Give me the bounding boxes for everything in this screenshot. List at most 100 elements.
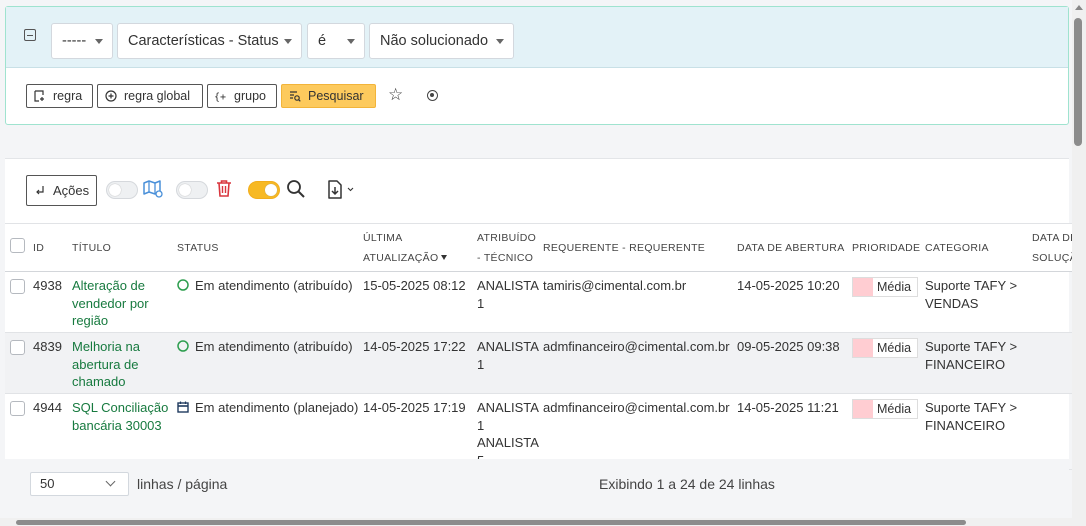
priority-badge: Média bbox=[852, 338, 918, 358]
vertical-scrollbar[interactable] bbox=[1072, 0, 1086, 526]
field-none-select[interactable]: ----- bbox=[51, 23, 113, 59]
header-priority[interactable]: PRIORIDADE bbox=[848, 223, 921, 272]
field-none-value: ----- bbox=[62, 33, 87, 49]
header-title[interactable]: TÍTULO bbox=[68, 223, 173, 272]
pagination-footer: 50 linhas / página Exibindo 1 a 24 de 24… bbox=[5, 459, 1069, 521]
svg-text:{+}: {+} bbox=[215, 92, 227, 102]
horizontal-scrollbar[interactable] bbox=[0, 518, 1072, 526]
map-icon[interactable] bbox=[142, 179, 164, 199]
status-text: Em atendimento (atribuído) bbox=[195, 339, 353, 354]
cell-status: Em atendimento (atribuído) bbox=[173, 332, 359, 394]
value-value: Não solucionado bbox=[380, 33, 489, 49]
priority-text: Média bbox=[877, 402, 912, 416]
header-assigned[interactable]: ATRIBUÍDO - TÉCNICO bbox=[473, 223, 539, 272]
cell-id: 4938 bbox=[29, 271, 68, 333]
field-select[interactable]: Características - Status bbox=[117, 23, 302, 59]
table-row[interactable]: 4839 Melhoria na abertura de chamado Em … bbox=[5, 332, 1086, 394]
file-export-icon[interactable] bbox=[327, 180, 357, 199]
add-group-label: grupo bbox=[234, 89, 266, 103]
add-rule-label: regra bbox=[53, 89, 83, 103]
priority-text: Média bbox=[877, 280, 912, 294]
results-card: Ações ID TÍTULO STATUS ÚLTIMA ATUALIZAÇÃ… bbox=[5, 158, 1086, 526]
magnifier-icon[interactable] bbox=[286, 179, 306, 199]
row-checkbox[interactable] bbox=[10, 340, 25, 355]
search-toggle[interactable] bbox=[248, 181, 280, 199]
cell-assigned: ANALISTA 1 bbox=[473, 332, 539, 394]
search-label: Pesquisar bbox=[308, 89, 364, 103]
map-toggle[interactable] bbox=[106, 181, 138, 199]
delete-toggle[interactable] bbox=[176, 181, 208, 199]
cell-category: Suporte TAFY > VENDAS bbox=[921, 271, 1028, 333]
pagination-info: Exibindo 1 a 24 de 24 linhas bbox=[599, 476, 775, 492]
results-toolbar: Ações bbox=[5, 159, 1069, 223]
header-assigned-line2: - TÉCNICO bbox=[477, 251, 534, 264]
row-checkbox[interactable] bbox=[10, 279, 25, 294]
ticket-title-link[interactable]: SQL Conciliação bancária 30003 bbox=[72, 400, 168, 433]
chevron-down-icon bbox=[347, 39, 355, 44]
cell-last-update: 14-05-2025 17:22 bbox=[359, 332, 473, 394]
cell-category: Suporte TAFY > FINANCEIRO bbox=[921, 332, 1028, 394]
cell-assigned: ANALISTA 1 bbox=[473, 271, 539, 333]
header-last-update-line2: ATUALIZAÇÃO bbox=[363, 251, 439, 264]
rows-per-page-value: 50 bbox=[40, 476, 55, 491]
header-category[interactable]: CATEGORIA bbox=[921, 223, 1028, 272]
chevron-down-icon bbox=[496, 39, 504, 44]
add-global-rule-button[interactable]: regra global bbox=[97, 84, 203, 108]
add-rule-button[interactable]: regra bbox=[26, 84, 93, 108]
search-list-icon bbox=[290, 91, 301, 102]
row-checkbox[interactable] bbox=[10, 401, 25, 416]
status-assigned-icon bbox=[177, 279, 189, 291]
status-text: Em atendimento (atribuído) bbox=[195, 278, 353, 293]
table-row[interactable]: 4938 Alteração de vendedor por região Em… bbox=[5, 271, 1086, 333]
minus-square-icon[interactable] bbox=[24, 29, 36, 41]
header-opening-date[interactable]: DATA DE ABERTURA bbox=[733, 223, 848, 272]
priority-text: Média bbox=[877, 341, 912, 355]
priority-badge: Média bbox=[852, 277, 918, 297]
plus-circle-icon bbox=[105, 90, 117, 102]
cell-opening-date: 09-05-2025 09:38 bbox=[733, 332, 848, 394]
filter-panel: ----- Características - Status é Não sol… bbox=[5, 6, 1069, 125]
cell-opening-date: 14-05-2025 10:20 bbox=[733, 271, 848, 333]
header-status[interactable]: STATUS bbox=[173, 223, 359, 272]
cell-requester: tamiris@cimental.com.br bbox=[539, 271, 733, 333]
horizontal-scroll-thumb[interactable] bbox=[16, 520, 966, 525]
field-value: Características - Status bbox=[128, 33, 279, 49]
header-requester[interactable]: REQUERENTE - REQUERENTE bbox=[539, 223, 733, 272]
star-icon[interactable]: ☆ bbox=[388, 86, 403, 104]
assigned-tech: ANALISTA 1 bbox=[477, 400, 539, 433]
scroll-up-arrow-icon[interactable] bbox=[1075, 5, 1083, 10]
chevron-down-icon bbox=[284, 39, 292, 44]
trash-icon[interactable] bbox=[216, 179, 232, 198]
header-assigned-line1: ATRIBUÍDO bbox=[477, 231, 537, 244]
cell-status: Em atendimento (atribuído) bbox=[173, 271, 359, 333]
vertical-scroll-thumb[interactable] bbox=[1074, 18, 1082, 146]
rows-per-page-select[interactable]: 50 bbox=[30, 472, 129, 496]
clear-circle-icon[interactable] bbox=[427, 90, 438, 101]
operator-select[interactable]: é bbox=[307, 23, 365, 59]
value-select[interactable]: Não solucionado bbox=[369, 23, 514, 59]
add-rule-icon bbox=[34, 90, 44, 102]
select-all-checkbox[interactable] bbox=[10, 237, 25, 253]
cell-id: 4839 bbox=[29, 332, 68, 394]
ticket-title-link[interactable]: Melhoria na abertura de chamado bbox=[72, 339, 140, 389]
table-header-row: ID TÍTULO STATUS ÚLTIMA ATUALIZAÇÃO ATRI… bbox=[5, 223, 1086, 272]
sort-desc-icon bbox=[441, 254, 448, 260]
chevron-down-icon bbox=[95, 39, 103, 44]
search-button[interactable]: Pesquisar bbox=[281, 84, 376, 108]
operator-value: é bbox=[318, 33, 327, 49]
actions-label: Ações bbox=[53, 183, 90, 198]
add-group-button[interactable]: {+} grupo bbox=[207, 84, 277, 108]
filter-criteria-row: ----- Características - Status é Não sol… bbox=[6, 7, 1068, 68]
header-id[interactable]: ID bbox=[29, 223, 68, 272]
status-assigned-icon bbox=[177, 340, 189, 352]
ticket-title-link[interactable]: Alteração de vendedor por região bbox=[72, 278, 149, 328]
actions-button[interactable]: Ações bbox=[26, 175, 97, 206]
chevron-down-icon bbox=[105, 476, 116, 487]
header-last-update[interactable]: ÚLTIMA ATUALIZAÇÃO bbox=[359, 223, 473, 272]
corner-arrow-icon bbox=[36, 186, 44, 195]
add-global-rule-label: regra global bbox=[124, 89, 191, 103]
rows-per-page-label: linhas / página bbox=[137, 476, 228, 492]
cell-priority: Média bbox=[848, 271, 921, 333]
cell-requester: admfinanceiro@cimental.com.br bbox=[539, 332, 733, 394]
header-last-update-line1: ÚLTIMA bbox=[363, 231, 403, 244]
